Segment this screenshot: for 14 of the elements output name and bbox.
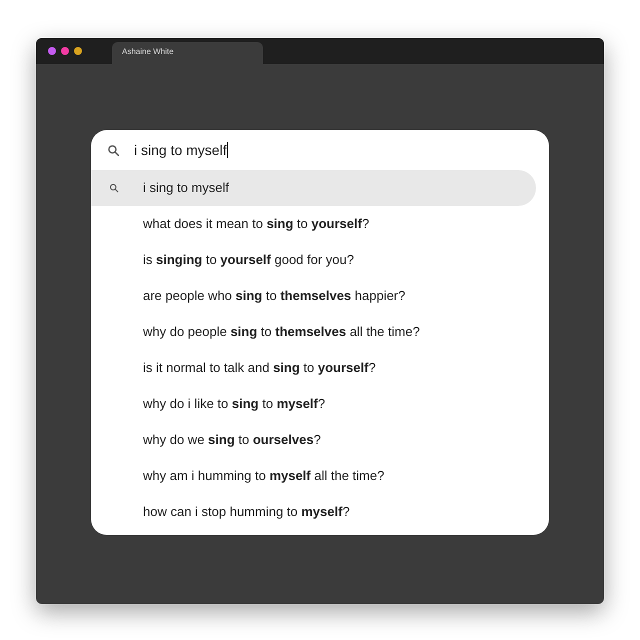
search-field[interactable]: i sing to myself	[134, 140, 228, 160]
suggestion-item[interactable]: what does it mean to sing to yourself?	[91, 206, 536, 242]
suggestion-item[interactable]: is it normal to talk and sing to yourself?	[91, 350, 536, 386]
suggestion-item[interactable]: why do people sing to themselves all the time?	[91, 314, 536, 350]
browser-tab[interactable]: Ashaine White	[112, 42, 263, 64]
suggestion-item[interactable]: how can i stop humming to myself?	[91, 494, 536, 530]
suggestion-item[interactable]: why do i like to sing to myself?	[91, 386, 536, 422]
search-icon	[109, 183, 119, 193]
search-icon	[107, 144, 120, 156]
suggestion-item[interactable]: why am i humming to myself all the time?	[91, 458, 536, 494]
suggestion-item[interactable]: why do we sing to ourselves?	[91, 422, 536, 458]
suggestion-item[interactable]: is singing to yourself good for you?	[91, 242, 536, 278]
suggestion-item[interactable]: are people who sing to themselves happier?	[91, 278, 536, 314]
suggestion-item[interactable]: i sing to myself	[91, 170, 536, 206]
